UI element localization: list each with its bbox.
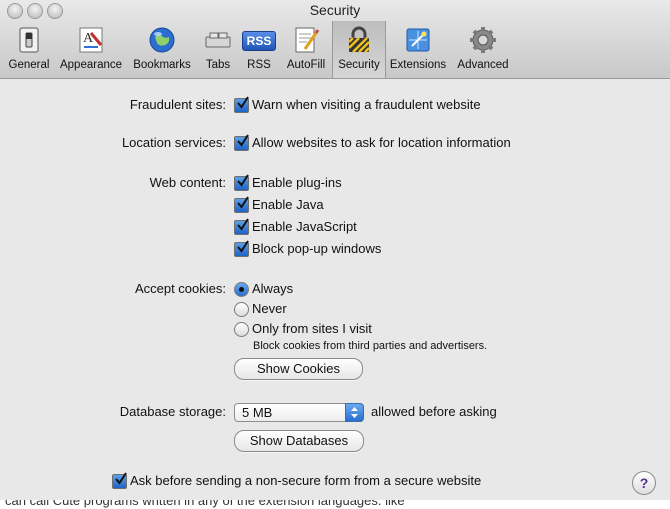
- checkmark-icon: [237, 174, 249, 187]
- allow-location-text: Allow websites to ask for location infor…: [252, 135, 511, 150]
- block-popups-text: Block pop-up windows: [252, 241, 382, 256]
- toolbar-autofill[interactable]: AutoFill: [282, 25, 330, 77]
- accept-cookies-row: Never: [0, 299, 670, 319]
- database-storage-value: 5 MB: [242, 405, 273, 420]
- database-storage-label: Database storage:: [119, 404, 226, 419]
- enable-plugins-text: Enable plug-ins: [252, 175, 342, 190]
- warn-fraudulent-checkbox[interactable]: [234, 96, 249, 113]
- checkmark-icon: [237, 96, 249, 109]
- fraudulent-sites-label: Fraudulent sites:: [129, 97, 226, 112]
- bookmarks-globe-icon: [149, 27, 175, 53]
- toolbar-label: General: [8, 59, 50, 71]
- enable-java-checkbox[interactable]: [234, 196, 249, 213]
- toolbar-advanced[interactable]: Advanced: [452, 25, 514, 77]
- checkmark-icon: [237, 196, 249, 209]
- toolbar-label: Tabs: [205, 59, 231, 71]
- title-bar: Security General A Appearance Bookmarks …: [0, 0, 670, 79]
- toolbar-label: Bookmarks: [133, 59, 191, 71]
- show-cookies-button[interactable]: Show Cookies: [234, 358, 363, 380]
- preferences-window: Security General A Appearance Bookmarks …: [0, 0, 670, 509]
- toolbar-security[interactable]: Security: [332, 21, 386, 78]
- gear-icon: [470, 27, 496, 53]
- toolbar-appearance[interactable]: A Appearance: [57, 25, 125, 77]
- cookies-visited-only-radio[interactable]: [234, 322, 249, 337]
- help-button[interactable]: ?: [632, 471, 656, 495]
- block-popups-checkbox[interactable]: [234, 240, 249, 257]
- web-content-label: Web content:: [149, 175, 226, 190]
- cookies-never-text: Never: [252, 301, 287, 316]
- nonsecure-form-text: Ask before sending a non-secure form fro…: [130, 473, 482, 488]
- fraudulent-sites-row: Fraudulent sites: Warn when visiting a f…: [0, 95, 670, 115]
- toolbar-tabs[interactable]: Tabs: [199, 25, 237, 77]
- accept-cookies-row: Accept cookies: Always: [0, 279, 670, 299]
- toolbar-label: RSS: [247, 59, 271, 71]
- toolbar-label: Security: [338, 59, 380, 71]
- show-databases-button[interactable]: Show Databases: [234, 430, 364, 452]
- toolbar-label: AutoFill: [286, 59, 326, 71]
- select-arrows-icon: [345, 403, 364, 422]
- enable-plugins-checkbox[interactable]: [234, 174, 249, 191]
- checkmark-icon: [237, 240, 249, 253]
- database-storage-row: Database storage: 5 MB allowed before as…: [0, 402, 670, 422]
- background-document-strip: can call Cute programs written in any of…: [0, 500, 670, 509]
- general-switch-icon: [19, 27, 39, 53]
- cookies-never-radio[interactable]: [234, 302, 249, 317]
- location-services-row: Location services: Allow websites to ask…: [0, 133, 670, 153]
- toolbar-label: Extensions: [389, 59, 447, 71]
- accept-cookies-label: Accept cookies:: [134, 281, 226, 296]
- toolbar-bookmarks[interactable]: Bookmarks: [129, 25, 195, 77]
- enable-javascript-text: Enable JavaScript: [252, 219, 357, 234]
- checkmark-icon: [115, 472, 127, 485]
- cookies-note: Block cookies from third parties and adv…: [253, 340, 488, 352]
- toolbar-general[interactable]: General: [5, 25, 53, 77]
- autofill-icon: [295, 27, 320, 53]
- lock-icon: [348, 26, 370, 53]
- web-content-row: Block pop-up windows: [0, 239, 670, 259]
- tabs-icon: [205, 32, 231, 48]
- enable-javascript-checkbox[interactable]: [234, 218, 249, 235]
- appearance-icon: A: [79, 27, 103, 53]
- database-storage-select[interactable]: 5 MB: [234, 403, 364, 422]
- background-document-text: can call Cute programs written in any of…: [5, 500, 405, 508]
- nonsecure-form-row: Ask before sending a non-secure form fro…: [0, 471, 670, 491]
- toolbar-label: Advanced: [457, 59, 509, 71]
- toolbar-rss[interactable]: RSS RSS: [240, 25, 278, 77]
- enable-java-text: Enable Java: [252, 197, 324, 212]
- allow-location-checkbox[interactable]: [234, 134, 249, 151]
- location-services-label: Location services:: [121, 135, 226, 150]
- cookies-always-radio[interactable]: [234, 282, 249, 297]
- checkmark-icon: [237, 134, 249, 147]
- web-content-row: Enable Java: [0, 195, 670, 215]
- toolbar-label: Appearance: [59, 59, 123, 71]
- rss-badge-text: RSS: [246, 34, 272, 48]
- cookies-always-text: Always: [252, 281, 294, 296]
- rss-icon: RSS: [242, 31, 276, 51]
- extensions-icon: [406, 28, 430, 52]
- warn-fraudulent-text: Warn when visiting a fraudulent website: [252, 97, 481, 112]
- web-content-row: Enable JavaScript: [0, 217, 670, 237]
- checkmark-icon: [237, 218, 249, 231]
- database-storage-suffix: allowed before asking: [371, 404, 497, 419]
- toolbar-extensions[interactable]: Extensions: [386, 25, 450, 77]
- nonsecure-form-checkbox[interactable]: [112, 472, 127, 489]
- window-title: Security: [309, 2, 361, 18]
- web-content-row: Web content: Enable plug-ins: [0, 173, 670, 193]
